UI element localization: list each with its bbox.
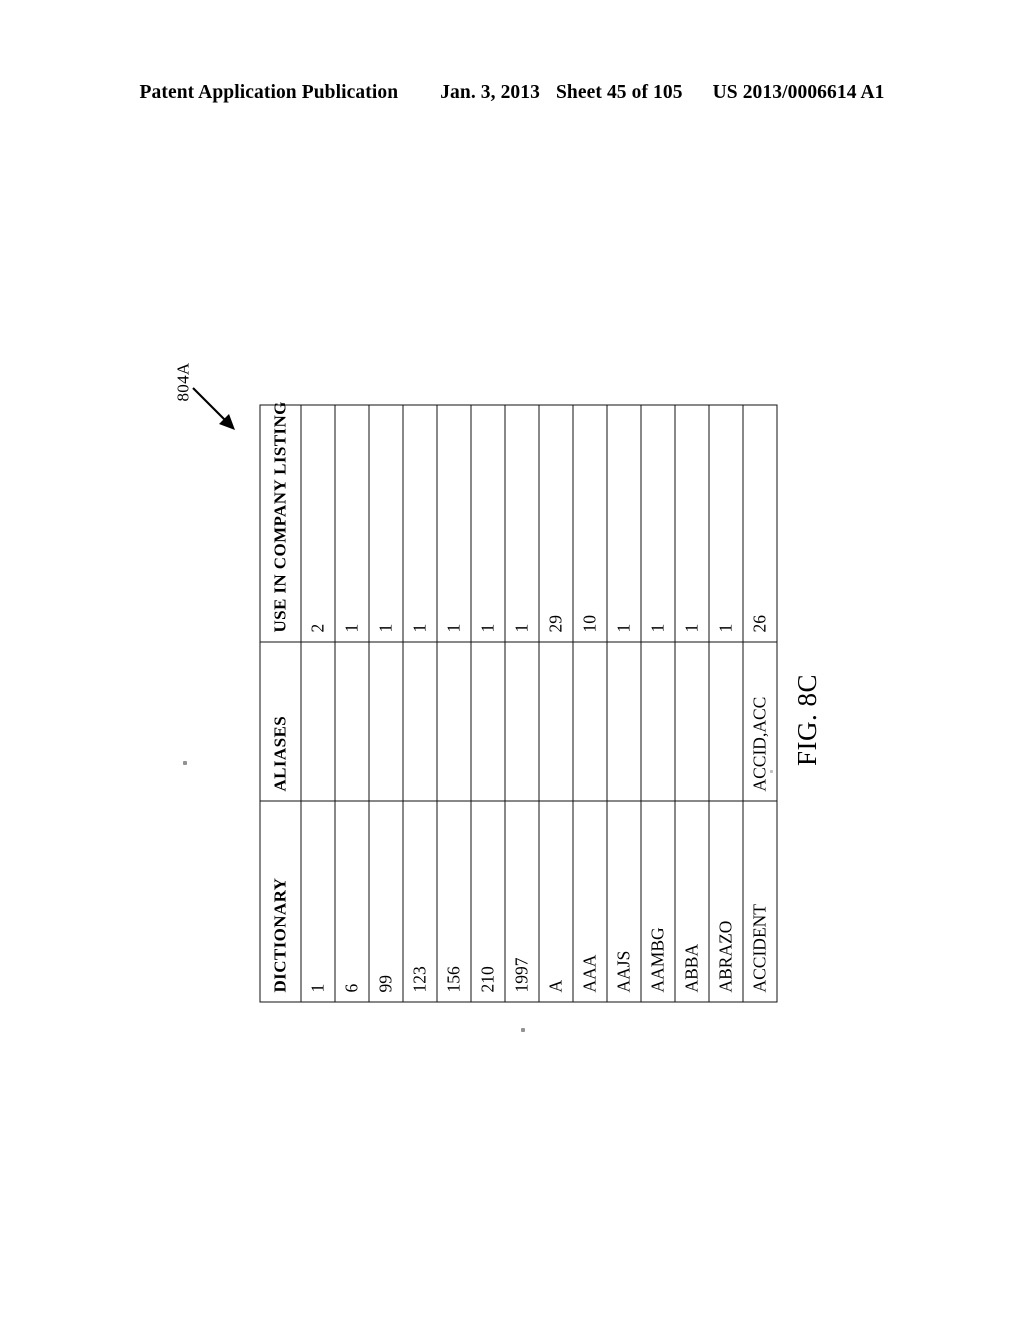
table-header-row: DICTIONARY ALIASES USE IN COMPANY LISTIN… (260, 401, 301, 1002)
cell-aliases (641, 642, 675, 801)
cell-dictionary: 1997 (505, 801, 539, 1002)
cell-dictionary: AAA (573, 801, 607, 1002)
table-row: 1997 1 (505, 405, 539, 1002)
patent-number: US 2013/0006614 A1 (712, 82, 885, 103)
cell-use-in-company-listing: 1 (505, 405, 539, 642)
cell-dictionary: ABBA (675, 801, 709, 1002)
cell-dictionary: 99 (369, 801, 403, 1002)
publication-title: Patent Application Publication (139, 82, 399, 103)
cell-aliases (403, 642, 437, 801)
cell-use-in-company-listing: 1 (709, 405, 743, 642)
cell-dictionary: 6 (335, 801, 369, 1002)
column-header-use-in-company-listing: USE IN COMPANY LISTING (260, 401, 301, 642)
cell-aliases (301, 642, 335, 801)
cell-use-in-company-listing: 1 (437, 405, 471, 642)
column-header-dictionary: DICTIONARY (260, 801, 301, 1002)
table-row: AAA 10 (573, 405, 607, 1002)
cell-use-in-company-listing: 1 (675, 405, 709, 642)
cell-use-in-company-listing: 1 (335, 405, 369, 642)
table-row: 123 1 (403, 405, 437, 1002)
cell-aliases (573, 642, 607, 801)
cell-use-in-company-listing: 1 (369, 405, 403, 642)
cell-aliases (471, 642, 505, 801)
cell-dictionary: A (539, 801, 573, 1002)
publication-date: Jan. 3, 2013 (440, 82, 540, 103)
cell-use-in-company-listing: 29 (539, 405, 573, 642)
table-row: AAJS 1 (607, 405, 641, 1002)
cell-aliases: ACCID,ACC (743, 642, 777, 801)
cell-aliases (369, 642, 403, 801)
cell-aliases (709, 642, 743, 801)
scan-speck (521, 1028, 525, 1032)
leader-arrow-icon (192, 387, 235, 430)
table-row: 156 1 (437, 405, 471, 1002)
table-row: 6 1 (335, 405, 369, 1002)
cell-use-in-company-listing: 1 (641, 405, 675, 642)
table-header: DICTIONARY ALIASES USE IN COMPANY LISTIN… (260, 401, 301, 1002)
cell-use-in-company-listing: 10 (573, 405, 607, 642)
cell-aliases (539, 642, 573, 801)
table-row: AAMBG 1 (641, 405, 675, 1002)
cell-use-in-company-listing: 26 (743, 405, 777, 642)
cell-dictionary: 1 (301, 801, 335, 1002)
cell-aliases (607, 642, 641, 801)
table-row: 210 1 (471, 405, 505, 1002)
page-header: Patent Application Publication Jan. 3, 2… (0, 82, 1024, 104)
table-row: ABRAZO 1 (709, 405, 743, 1002)
scan-speck (183, 761, 187, 765)
cell-use-in-company-listing: 2 (301, 405, 335, 642)
cell-aliases (675, 642, 709, 801)
cell-aliases (335, 642, 369, 801)
cell-aliases (437, 642, 471, 801)
sheet-number: Sheet 45 of 105 (555, 82, 683, 103)
dictionary-table: DICTIONARY ALIASES USE IN COMPANY LISTIN… (259, 401, 778, 1003)
cell-dictionary: 123 (403, 801, 437, 1002)
cell-dictionary: ABRAZO (709, 801, 743, 1002)
cell-dictionary: AAMBG (641, 801, 675, 1002)
cell-dictionary: 156 (437, 801, 471, 1002)
column-header-aliases: ALIASES (260, 642, 301, 801)
table-row: ACCIDENT ACCID,ACC 26 (743, 405, 777, 1002)
dictionary-table-container: DICTIONARY ALIASES USE IN COMPANY LISTIN… (259, 401, 778, 1003)
table-row: A 29 (539, 405, 573, 1002)
cell-use-in-company-listing: 1 (403, 405, 437, 642)
scan-speck (770, 770, 773, 773)
table-row: 1 2 (301, 405, 335, 1002)
table-row: ABBA 1 (675, 405, 709, 1002)
cell-dictionary: 210 (471, 801, 505, 1002)
table-row: 99 1 (369, 405, 403, 1002)
cell-use-in-company-listing: 1 (607, 405, 641, 642)
table-body: 1 2 6 1 99 1 123 1 156 1 210 1 1997 1 A … (301, 405, 777, 1002)
figure-label: FIG. 8C (792, 674, 822, 767)
cell-dictionary: ACCIDENT (743, 801, 777, 1002)
cell-aliases (505, 642, 539, 801)
cell-dictionary: AAJS (607, 801, 641, 1002)
cell-use-in-company-listing: 1 (471, 405, 505, 642)
